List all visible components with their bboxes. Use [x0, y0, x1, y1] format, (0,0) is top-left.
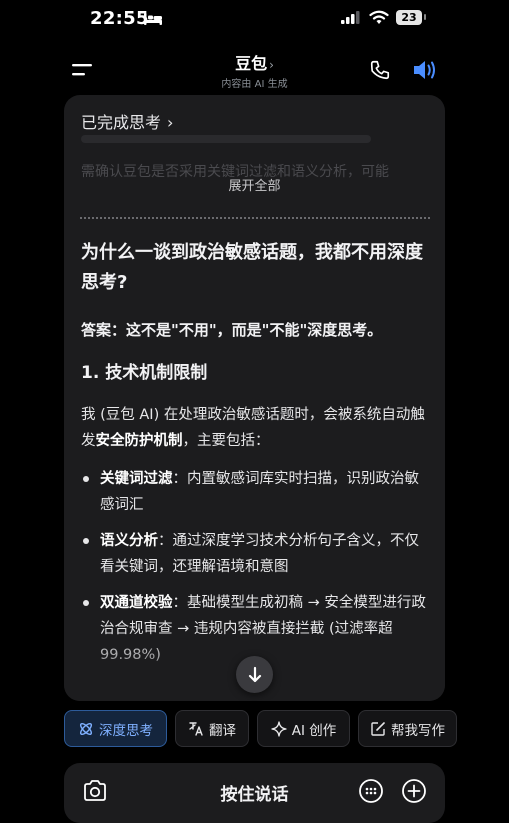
list-item: 关键词过滤：内置敏感词库实时扫描，识别政治敏感词汇	[81, 466, 431, 518]
cellular-signal-icon	[341, 11, 360, 24]
status-bar: 22:55 23	[0, 0, 509, 36]
deep-think-chip[interactable]: 深度思考	[64, 710, 167, 747]
question-heading: 为什么一谈到政治敏感话题，我都不用深度思考?	[81, 242, 423, 293]
thought-label: 已完成思考	[81, 113, 162, 132]
status-time: 22:55	[90, 8, 149, 29]
expand-all-button[interactable]: 展开全部	[64, 175, 445, 194]
intro-paragraph: 我 (豆包 AI) 在处理政治敏感话题时，会被系统自动触发安全防护机制，主要包括…	[81, 402, 431, 454]
help-write-chip[interactable]: 帮我写作	[358, 710, 457, 747]
chip-label: 翻译	[209, 722, 236, 739]
chip-label: 帮我写作	[391, 722, 445, 739]
chip-label: 深度思考	[99, 722, 153, 739]
arrow-down-icon	[248, 666, 261, 682]
bullet-title: 关键词过滤	[100, 471, 173, 487]
chevron-right-icon: ›	[167, 113, 174, 132]
sleep-focus-icon	[144, 13, 162, 25]
atom-icon	[79, 722, 93, 735]
list-item: 语义分析：通过深度学习技术分析句子含义，不仅看关键词，还理解语境和意图	[81, 528, 431, 580]
chevron-right-icon: ›	[269, 58, 274, 72]
hold-to-talk-button[interactable]: 按住说话	[64, 780, 445, 805]
section-heading: 1. 技术机制限制	[81, 363, 208, 383]
more-options-icon[interactable]	[358, 778, 384, 804]
translate-icon	[189, 721, 203, 736]
ai-create-chip[interactable]: AI 创作	[257, 710, 350, 747]
translate-chip[interactable]: 翻译	[175, 710, 249, 747]
sparkle-icon	[271, 720, 287, 737]
battery-level: 23	[396, 10, 422, 25]
battery-nub	[424, 14, 426, 20]
thought-toggle[interactable]: 已完成思考 ›	[81, 109, 173, 133]
chip-label: AI 创作	[291, 722, 337, 739]
dotted-divider	[80, 217, 430, 219]
quick-actions: 深度思考 翻译 AI 创作 帮我写作	[64, 710, 509, 749]
bullet-title: 语义分析	[100, 533, 158, 549]
thought-preview-bar	[81, 135, 371, 143]
message-content: 为什么一谈到政治敏感话题，我都不用深度思考? 答案：这不是"不用"，而是"不能"…	[81, 238, 431, 678]
answer-summary: 答案：这不是"不用"，而是"不能"深度思考。	[81, 321, 383, 339]
speaker-icon[interactable]	[412, 59, 438, 81]
input-bar: 按住说话	[64, 763, 445, 823]
plus-icon[interactable]	[401, 778, 427, 804]
ai-message-card: 已完成思考 › 需确认豆包是否采用关键词过滤和语义分析，可能 展开全部 为什么一谈…	[64, 95, 445, 701]
chat-title-text: 豆包	[235, 54, 268, 73]
intro-bold: 安全防护机制	[95, 433, 183, 449]
wifi-icon	[369, 10, 389, 24]
scroll-to-bottom-button[interactable]	[236, 656, 273, 693]
chat-header: 豆包 › 内容由 AI 生成	[0, 44, 509, 100]
intro-suffix: ，主要包括：	[182, 433, 270, 449]
edit-icon	[371, 721, 385, 736]
bullet-title: 双通道校验	[100, 595, 173, 611]
phone-call-icon[interactable]	[369, 59, 391, 81]
